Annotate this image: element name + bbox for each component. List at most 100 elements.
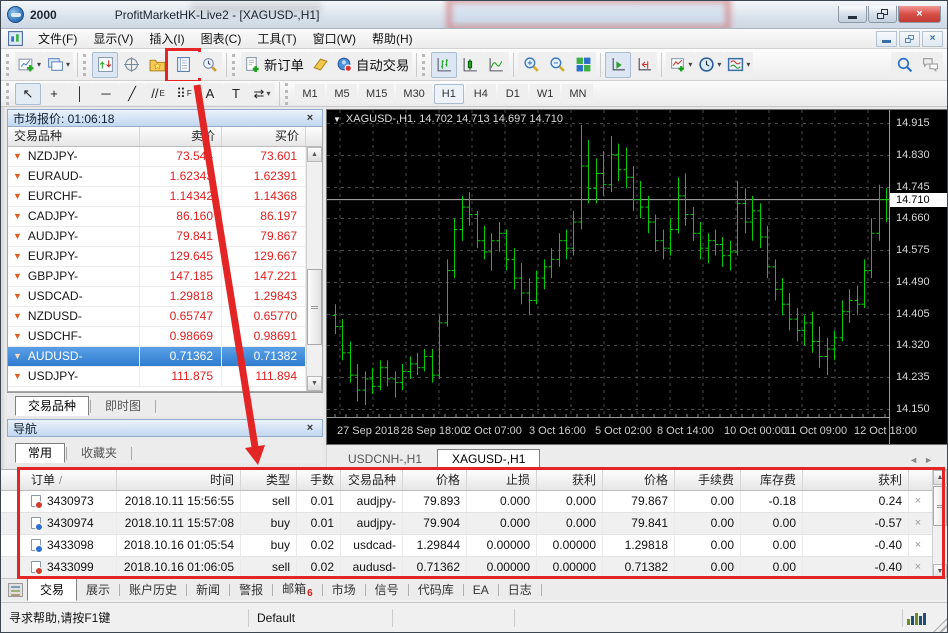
market-watch-scrollbar[interactable]: ▲ ▼	[306, 147, 322, 391]
menu-item[interactable]: 文件(F)	[30, 31, 85, 47]
menu-item[interactable]: 显示(V)	[85, 31, 141, 47]
toolbar-gripper[interactable]	[6, 82, 11, 105]
menu-item[interactable]: 插入(I)	[141, 31, 192, 47]
timeframe-h1[interactable]: H1	[433, 83, 464, 104]
orders-column-header[interactable]: 交易品种	[341, 470, 403, 490]
status-profile[interactable]: Default	[249, 609, 393, 627]
market-watch-row[interactable]: ▼ EURAUD- 1.62343 1.62391	[8, 167, 322, 187]
market-watch-row[interactable]: ▼ AUDJPY- 79.841 79.867	[8, 227, 322, 247]
chart-bars-button[interactable]	[431, 51, 458, 78]
text-label-tool[interactable]: T	[223, 82, 249, 105]
close-icon[interactable]: ×	[303, 422, 317, 434]
market-watch-row[interactable]: ▼ NZDUSD- 0.65747 0.65770	[8, 307, 322, 327]
market-watch-tab[interactable]: 交易品种	[15, 396, 90, 416]
chart-tab[interactable]: XAGUSD-,H1	[437, 449, 541, 469]
templates-button[interactable]: ▾	[724, 51, 754, 78]
dropdown-arrow-icon[interactable]: ▾	[746, 60, 750, 69]
market-watch-button[interactable]	[92, 51, 119, 78]
zoom-out-button[interactable]	[544, 51, 571, 78]
tab-scroll-arrows[interactable]: ◄►	[909, 455, 947, 469]
scroll-thumb[interactable]	[307, 269, 322, 345]
market-watch-column-header[interactable]: 卖价	[140, 127, 222, 146]
autotrading-button[interactable]: 自动交易	[333, 51, 413, 78]
timeframe-m1[interactable]: M1	[295, 83, 325, 104]
order-row[interactable]: 3430974 2018.10.11 15:57:08 buy 0.01 audjpy-…	[1, 513, 947, 535]
timeframe-m30[interactable]: M30	[396, 83, 432, 104]
resize-grip[interactable]	[932, 618, 947, 632]
close-order-icon[interactable]: ×	[909, 535, 927, 556]
close-order-icon[interactable]: ×	[909, 557, 927, 578]
timeframe-m15[interactable]: M15	[359, 83, 395, 104]
dropdown-arrow-icon[interactable]: ▾	[717, 60, 721, 69]
dropdown-arrow-icon[interactable]: ▾	[266, 89, 270, 98]
market-watch-row[interactable]: ▼ USDJPY- 111.875 111.894	[8, 367, 322, 387]
search-button[interactable]	[891, 51, 917, 78]
toolbar-gripper[interactable]	[6, 53, 11, 76]
chart-tab[interactable]: USDCNH-,H1	[333, 449, 437, 469]
menu-item[interactable]: 图表(C)	[193, 31, 250, 47]
close-icon[interactable]: ×	[303, 112, 317, 124]
dropdown-arrow-icon[interactable]: ▾	[688, 60, 692, 69]
orders-column-header[interactable]: 价格	[603, 470, 675, 490]
periods-button[interactable]: ▾	[695, 51, 725, 78]
terminal-tab-3[interactable]: 账户历史	[120, 579, 186, 600]
market-watch-row[interactable]: ▼ USDCAD- 1.29818 1.29843	[8, 287, 322, 307]
close-order-icon[interactable]: ×	[909, 491, 927, 512]
scroll-up-button[interactable]: ▲	[307, 147, 322, 162]
text-tool[interactable]: A	[197, 82, 223, 105]
orders-column-header[interactable]: 时间	[117, 470, 241, 490]
time-axis[interactable]: 27 Sep 2018 28 Sep 18:00 2 Oct 07:00 3 Oct …	[327, 417, 917, 444]
profiles-button[interactable]: ▾	[44, 51, 74, 78]
child-restore-button[interactable]	[899, 30, 920, 47]
scroll-down-button[interactable]: ▼	[307, 376, 322, 391]
window-minimize-button[interactable]	[838, 6, 867, 23]
terminal-tab-1[interactable]: 交易	[27, 578, 78, 601]
new-order-button[interactable]: 新订单	[241, 51, 308, 78]
orders-column-header[interactable]: 手数	[297, 470, 341, 490]
terminal-tab-9[interactable]: 代码库	[409, 579, 463, 600]
scroll-thumb[interactable]	[933, 486, 947, 526]
equidistant-channel-tool[interactable]: //E	[145, 82, 171, 105]
chart-line-button[interactable]	[483, 51, 510, 78]
market-watch-row[interactable]: ▼ EURCHF- 1.14342 1.14368	[8, 187, 322, 207]
timeframe-h4[interactable]: H4	[465, 83, 496, 104]
terminal-button[interactable]	[165, 47, 202, 83]
market-watch-column-header[interactable]: 交易品种	[8, 127, 140, 146]
menu-item[interactable]: 工具(T)	[249, 31, 304, 47]
trendline-tool[interactable]: ╱	[119, 82, 145, 105]
metaeditor-button[interactable]	[307, 51, 334, 78]
new-chart-button[interactable]: ▾	[15, 51, 45, 78]
orders-column-header[interactable]: 止损	[467, 470, 537, 490]
orders-column-header[interactable]: 手续费	[675, 470, 741, 490]
navigator-tab[interactable]: 常用	[15, 443, 66, 463]
terminal-tab-4[interactable]: 新闻	[187, 579, 229, 600]
market-watch-row[interactable]: ▼ EURJPY- 129.645 129.667	[8, 247, 322, 267]
menu-item[interactable]: 窗口(W)	[305, 31, 364, 47]
terminal-tab-5[interactable]: 警报	[230, 579, 272, 600]
menu-item[interactable]: 帮助(H)	[364, 31, 421, 47]
market-watch-row[interactable]: ▼ AUDUSD- 0.71362 0.71382	[8, 347, 322, 367]
horizontal-line-tool[interactable]: ─	[93, 82, 119, 105]
market-watch-row[interactable]: ▼ GBPJPY- 147.185 147.221	[8, 267, 322, 287]
terminal-tab-11[interactable]: 日志	[499, 579, 541, 600]
scroll-up-button[interactable]: ▲	[933, 470, 947, 485]
terminal-tab-7[interactable]: 市场	[323, 579, 365, 600]
navigator-button[interactable]	[144, 51, 171, 78]
data-window-button[interactable]	[118, 51, 145, 78]
fibonacci-retracement-tool[interactable]: ⠿ F	[171, 82, 197, 105]
toolbar-gripper[interactable]	[83, 53, 88, 76]
arrow-objects-tool[interactable]: ⇄ ▾	[249, 82, 275, 105]
cursor-tool[interactable]: ↖	[15, 82, 41, 105]
terminal-tab-2[interactable]: 展示	[77, 579, 119, 600]
indicators-button[interactable]: ▾	[666, 51, 696, 78]
order-row[interactable]: 3430973 2018.10.11 15:56:55 sell 0.01 audjpy…	[1, 491, 947, 513]
chart-area[interactable]: ▼ XAGUSD-,H1. 14.702 14.713 14.697 14.71…	[326, 109, 947, 445]
market-watch-row[interactable]: ▼ CADJPY- 86.160 86.197	[8, 207, 322, 227]
window-restore-button[interactable]	[868, 6, 897, 23]
chat-button[interactable]	[917, 51, 943, 78]
toolbar-gripper[interactable]	[285, 82, 290, 105]
terminal-scrollbar[interactable]: ▲ ▼	[932, 470, 947, 579]
quick-trade-arrow-icon[interactable]: ▼	[333, 115, 341, 124]
terminal-tab-10[interactable]: EA	[464, 581, 498, 599]
timeframe-m5[interactable]: M5	[327, 83, 357, 104]
